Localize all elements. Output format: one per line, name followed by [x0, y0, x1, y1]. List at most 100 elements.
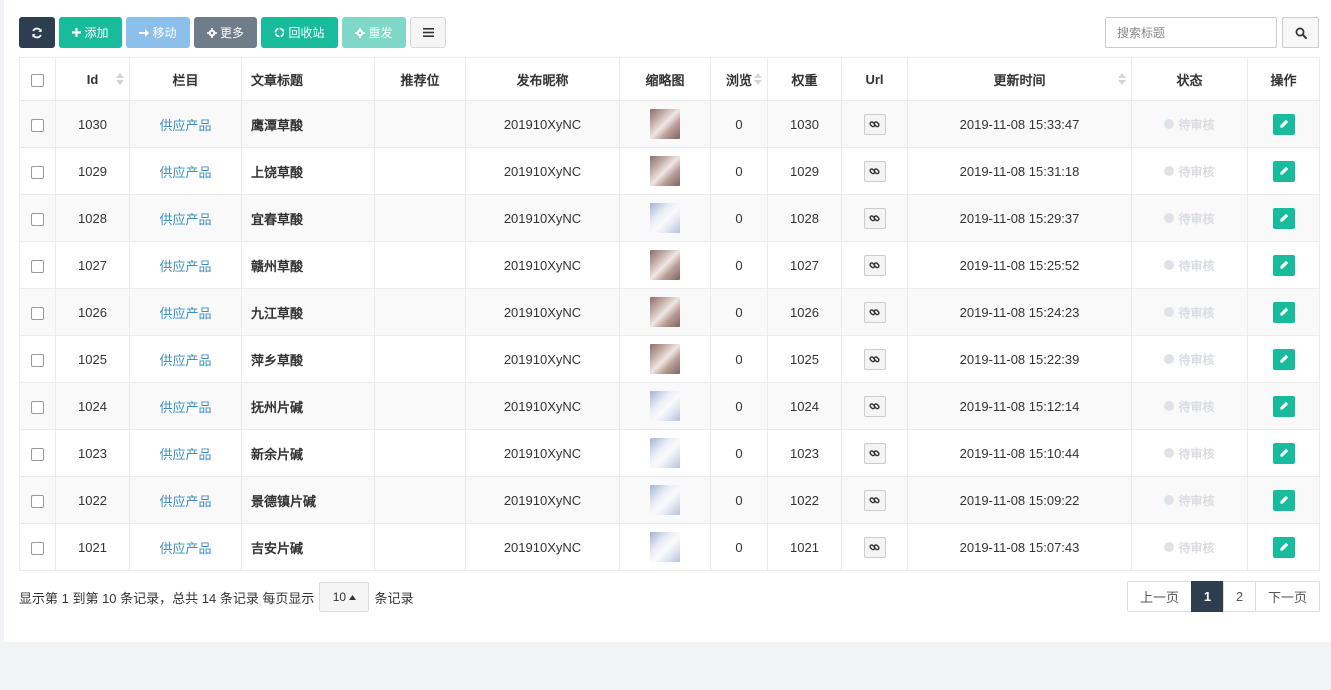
add-button[interactable]: 添加	[59, 17, 122, 48]
prev-page-button[interactable]: 上一页	[1127, 581, 1192, 612]
row-edit-button[interactable]	[1272, 254, 1295, 276]
row-category-link[interactable]: 供应产品	[159, 494, 211, 509]
row-thumbnail-image[interactable]	[650, 203, 680, 233]
row-thumbnail-image[interactable]	[650, 109, 680, 139]
row-thumbnail-image[interactable]	[650, 250, 680, 280]
row-select-cell[interactable]	[19, 523, 56, 571]
row-url-button[interactable]	[863, 489, 886, 511]
row-thumbnail-image[interactable]	[650, 438, 680, 468]
row-select-cell[interactable]	[19, 194, 56, 242]
row-category-link[interactable]: 供应产品	[159, 259, 211, 274]
page-button-1[interactable]: 1	[1191, 581, 1224, 612]
row-author: 201910XyNC	[465, 288, 620, 336]
row-thumbnail-image[interactable]	[650, 297, 680, 327]
row-url-button[interactable]	[863, 536, 886, 558]
row-recommend	[374, 382, 466, 430]
row-checkbox[interactable]	[31, 306, 44, 320]
row-select-cell[interactable]	[19, 382, 56, 430]
row-category-link[interactable]: 供应产品	[159, 541, 211, 556]
recycle-bin-button[interactable]: 回收站	[261, 17, 338, 48]
row-url-button[interactable]	[863, 301, 886, 323]
row-category-link[interactable]: 供应产品	[159, 400, 211, 415]
row-url-button[interactable]	[863, 395, 886, 417]
row-thumbnail-image[interactable]	[650, 344, 680, 374]
row-checkbox[interactable]	[31, 165, 44, 179]
search-input[interactable]	[1105, 17, 1277, 48]
row-id: 1022	[55, 476, 130, 524]
row-status-cell: 待审核	[1131, 100, 1248, 148]
row-url-button[interactable]	[863, 254, 886, 276]
row-updated: 2019-11-08 15:29:37	[907, 194, 1132, 242]
row-thumbnail-image[interactable]	[650, 532, 680, 562]
row-checkbox[interactable]	[31, 118, 44, 132]
row-thumbnail-image[interactable]	[650, 485, 680, 515]
row-edit-button[interactable]	[1272, 536, 1295, 558]
next-page-button[interactable]: 下一页	[1255, 581, 1320, 612]
status-label: 待审核	[1178, 540, 1215, 555]
header-select-all[interactable]	[19, 57, 56, 101]
row-checkbox[interactable]	[31, 541, 44, 555]
row-edit-button[interactable]	[1272, 301, 1295, 323]
row-checkbox[interactable]	[31, 259, 44, 273]
row-url-button[interactable]	[863, 348, 886, 370]
search-button[interactable]	[1282, 17, 1319, 48]
row-category-link[interactable]: 供应产品	[159, 165, 211, 180]
row-category-link[interactable]: 供应产品	[159, 353, 211, 368]
row-category-cell: 供应产品	[129, 100, 242, 148]
row-thumb-cell	[619, 382, 711, 430]
header-id[interactable]: Id	[55, 57, 130, 101]
row-select-cell[interactable]	[19, 476, 56, 524]
column-toggle-button[interactable]	[410, 17, 446, 48]
row-checkbox[interactable]	[31, 447, 44, 461]
row-checkbox[interactable]	[31, 400, 44, 414]
row-select-cell[interactable]	[19, 147, 56, 195]
row-status-cell: 待审核	[1131, 147, 1248, 195]
row-id: 1029	[55, 147, 130, 195]
row-edit-button[interactable]	[1272, 395, 1295, 417]
resend-button[interactable]: 重发	[342, 17, 406, 48]
row-category-link[interactable]: 供应产品	[159, 447, 211, 462]
add-button-label: 添加	[84, 26, 109, 40]
row-edit-button[interactable]	[1272, 489, 1295, 511]
status-dot-icon	[1164, 542, 1175, 552]
refresh-button[interactable]	[19, 17, 55, 48]
row-thumbnail-image[interactable]	[650, 156, 680, 186]
row-select-cell[interactable]	[19, 429, 56, 477]
row-checkbox[interactable]	[31, 494, 44, 508]
header-views[interactable]: 浏览	[710, 57, 768, 101]
plus-icon	[72, 28, 82, 37]
select-all-checkbox[interactable]	[31, 73, 44, 87]
row-select-cell[interactable]	[19, 335, 56, 383]
row-select-cell[interactable]	[19, 241, 56, 289]
row-edit-button[interactable]	[1272, 442, 1295, 464]
row-select-cell[interactable]	[19, 288, 56, 336]
row-status-cell: 待审核	[1131, 335, 1248, 383]
row-checkbox[interactable]	[31, 212, 44, 226]
status-label: 待审核	[1178, 446, 1215, 461]
row-thumbnail-image[interactable]	[650, 391, 680, 421]
row-url-button[interactable]	[863, 160, 886, 182]
more-button[interactable]: 更多	[194, 17, 257, 48]
row-updated: 2019-11-08 15:25:52	[907, 241, 1132, 289]
page-size-dropdown[interactable]: 10	[319, 582, 370, 612]
row-url-button[interactable]	[863, 113, 886, 135]
pencil-icon	[1279, 119, 1288, 128]
row-edit-button[interactable]	[1272, 348, 1295, 370]
row-edit-button[interactable]	[1272, 113, 1295, 135]
row-checkbox[interactable]	[31, 353, 44, 367]
row-category-link[interactable]: 供应产品	[159, 306, 211, 321]
row-select-cell[interactable]	[19, 100, 56, 148]
header-title: 文章标题	[241, 57, 375, 101]
header-updated[interactable]: 更新时间	[907, 57, 1132, 101]
status-dot-icon	[1164, 401, 1175, 411]
row-category-link[interactable]: 供应产品	[159, 118, 211, 133]
row-status-cell: 待审核	[1131, 241, 1248, 289]
move-button[interactable]: 移动	[126, 17, 190, 48]
row-url-button[interactable]	[863, 442, 886, 464]
page-button-2[interactable]: 2	[1223, 581, 1256, 612]
status-dot-icon	[1164, 166, 1175, 176]
row-url-button[interactable]	[863, 207, 886, 229]
row-category-link[interactable]: 供应产品	[159, 212, 211, 227]
row-edit-button[interactable]	[1272, 207, 1295, 229]
row-edit-button[interactable]	[1272, 160, 1295, 182]
